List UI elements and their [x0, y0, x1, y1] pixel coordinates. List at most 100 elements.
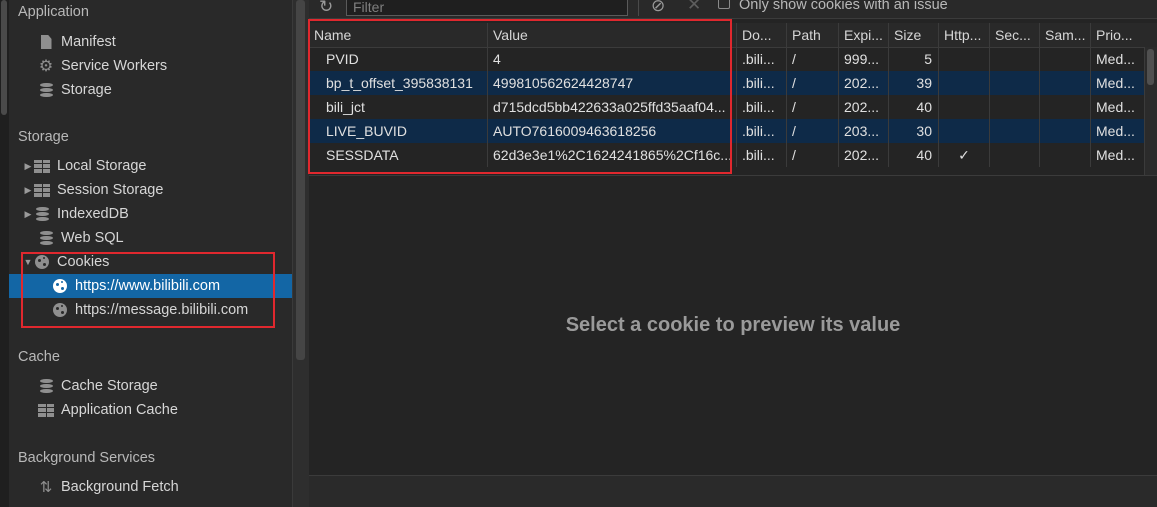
cell-samesite — [1039, 71, 1090, 95]
cell-priority: Med... — [1090, 47, 1145, 71]
cell-priority: Med... — [1090, 119, 1145, 143]
grid-icon — [33, 182, 51, 198]
cookie-preview-placeholder: Select a cookie to preview its value — [565, 313, 901, 336]
table-row[interactable]: bili_jct d715dcd5bb422633a025ffd35aaf04..… — [309, 95, 1157, 119]
preview-bottom-bar — [309, 475, 1157, 507]
sidebar-item-web-sql[interactable]: Web SQL — [9, 226, 292, 250]
cell-size: 5 — [888, 47, 938, 71]
sidebar-item-cookie-origin-www[interactable]: https://www.bilibili.com — [9, 274, 292, 298]
grid-icon — [37, 402, 55, 418]
section-background-services: Background Services — [18, 450, 156, 466]
section-application: Application — [18, 4, 89, 20]
refresh-icon[interactable]: ↻ — [319, 0, 333, 17]
sidebar-item-application-cache[interactable]: Application Cache — [9, 398, 292, 422]
column-header-secure[interactable]: Sec... — [989, 23, 1039, 47]
sidebar-scrollbar[interactable] — [292, 0, 309, 507]
table-row[interactable]: LIVE_BUVID AUTO7616009463618256 .bili.../2… — [309, 119, 1157, 143]
grid-icon — [33, 158, 51, 174]
column-header-value[interactable]: Value — [487, 23, 736, 47]
sidebar-item-label: Manifest — [61, 34, 116, 50]
sidebar-item-session-storage[interactable]: ▶ Session Storage — [9, 178, 292, 202]
cell-value: 4 — [487, 47, 736, 71]
sidebar-item-local-storage[interactable]: ▶ Local Storage — [9, 154, 292, 178]
column-header-expires[interactable]: Expi... — [838, 23, 888, 47]
only-issues-label[interactable]: Only show cookies with an issue — [739, 0, 948, 13]
cell-expires: 203... — [838, 119, 888, 143]
sidebar-scrollbar-thumb[interactable] — [296, 0, 305, 360]
left-scrollbar[interactable] — [0, 0, 9, 507]
cell-secure — [989, 95, 1039, 119]
cell-httponly — [938, 47, 989, 71]
cell-expires: 202... — [838, 71, 888, 95]
table-row[interactable]: SESSDATA 62d3e3e1%2C1624241865%2Cf16c....… — [309, 143, 1157, 167]
cell-samesite — [1039, 119, 1090, 143]
sidebar-item-cookie-origin-message[interactable]: https://message.bilibili.com — [9, 298, 292, 322]
column-header-size[interactable]: Size — [888, 23, 938, 47]
expand-triangle-icon[interactable]: ▶ — [23, 161, 33, 172]
cell-secure — [989, 119, 1039, 143]
column-header-domain[interactable]: Do... — [736, 23, 786, 47]
cell-domain: .bili... — [736, 47, 786, 71]
table-header: Name Value Do... Path Expi... Size Http... Sec.… — [309, 23, 1157, 48]
cell-value: AUTO7616009463618256 — [487, 119, 736, 143]
sidebar-item-service-workers[interactable]: ⚙ Service Workers — [9, 54, 292, 78]
devtools-application-panel: Application Manifest ⚙ Service Workers S… — [0, 0, 1157, 507]
cell-path: / — [786, 119, 838, 143]
section-storage: Storage — [18, 129, 69, 145]
cell-expires: 202... — [838, 95, 888, 119]
column-header-path[interactable]: Path — [786, 23, 838, 47]
sidebar-item-label: https://www.bilibili.com — [75, 278, 221, 294]
sidebar-item-indexeddb[interactable]: ▶ IndexedDB — [9, 202, 292, 226]
cell-domain: .bili... — [736, 95, 786, 119]
sidebar-item-label: Background Fetch — [61, 479, 179, 495]
cell-httponly: ✓ — [938, 143, 989, 167]
cell-size: 30 — [888, 119, 938, 143]
cookies-toolbar: ↻ Filter ⊘ ✕ Only show cookies with an i… — [309, 0, 1157, 19]
sidebar-item-storage[interactable]: Storage — [9, 78, 292, 102]
cell-samesite — [1039, 143, 1090, 167]
cell-priority: Med... — [1090, 95, 1145, 119]
cell-name: SESSDATA — [326, 147, 399, 163]
toolbar-divider — [638, 0, 639, 16]
filter-input[interactable]: Filter — [346, 0, 628, 16]
table-scrollbar-thumb[interactable] — [1147, 49, 1154, 85]
arrows-icon: ⇅ — [39, 479, 53, 496]
database-icon — [37, 378, 55, 394]
sidebar-item-background-fetch[interactable]: ⇅ Background Fetch — [9, 475, 292, 499]
delete-selected-icon[interactable]: ✕ — [687, 0, 701, 15]
database-icon — [37, 230, 55, 246]
sidebar-item-label: Storage — [61, 82, 112, 98]
cell-path: / — [786, 71, 838, 95]
column-header-priority[interactable]: Prio... — [1090, 23, 1145, 47]
only-issues-checkbox[interactable] — [718, 0, 730, 9]
sidebar: Application Manifest ⚙ Service Workers S… — [0, 0, 293, 507]
sidebar-item-label: Session Storage — [57, 182, 164, 198]
cell-path: / — [786, 47, 838, 71]
cell-name: bp_t_offset_395838131 — [326, 75, 473, 91]
expand-triangle-icon[interactable]: ▶ — [23, 209, 33, 220]
column-header-httponly[interactable]: Http... — [938, 23, 989, 47]
sidebar-item-manifest[interactable]: Manifest — [9, 30, 292, 54]
column-header-samesite[interactable]: Sam... — [1039, 23, 1090, 47]
table-scrollbar[interactable] — [1144, 47, 1157, 175]
database-icon — [33, 206, 51, 222]
clear-all-icon[interactable]: ⊘ — [651, 0, 665, 16]
expand-triangle-icon[interactable]: ▶ — [23, 185, 33, 196]
sidebar-item-label: Web SQL — [61, 230, 124, 246]
sidebar-item-label: https://message.bilibili.com — [75, 302, 249, 318]
cell-size: 40 — [888, 95, 938, 119]
cookie-icon — [51, 302, 69, 318]
sidebar-item-cache-storage[interactable]: Cache Storage — [9, 374, 292, 398]
cell-domain: .bili... — [736, 143, 786, 167]
sidebar-item-label: Application Cache — [61, 402, 178, 418]
sidebar-item-label: Local Storage — [57, 158, 147, 174]
sidebar-item-cookies[interactable]: ▼ Cookies — [9, 250, 292, 274]
table-row[interactable]: PVID 4 .bili.../999... 5 Med... — [309, 47, 1157, 71]
sidebar-item-label: Cookies — [57, 254, 110, 270]
table-row[interactable]: bp_t_offset_395838131 499810562624428747.… — [309, 71, 1157, 95]
collapse-triangle-icon[interactable]: ▼ — [23, 257, 33, 267]
cell-path: / — [786, 95, 838, 119]
column-header-name[interactable]: Name — [309, 23, 487, 47]
left-scrollbar-thumb[interactable] — [1, 0, 7, 115]
cell-size: 40 — [888, 143, 938, 167]
